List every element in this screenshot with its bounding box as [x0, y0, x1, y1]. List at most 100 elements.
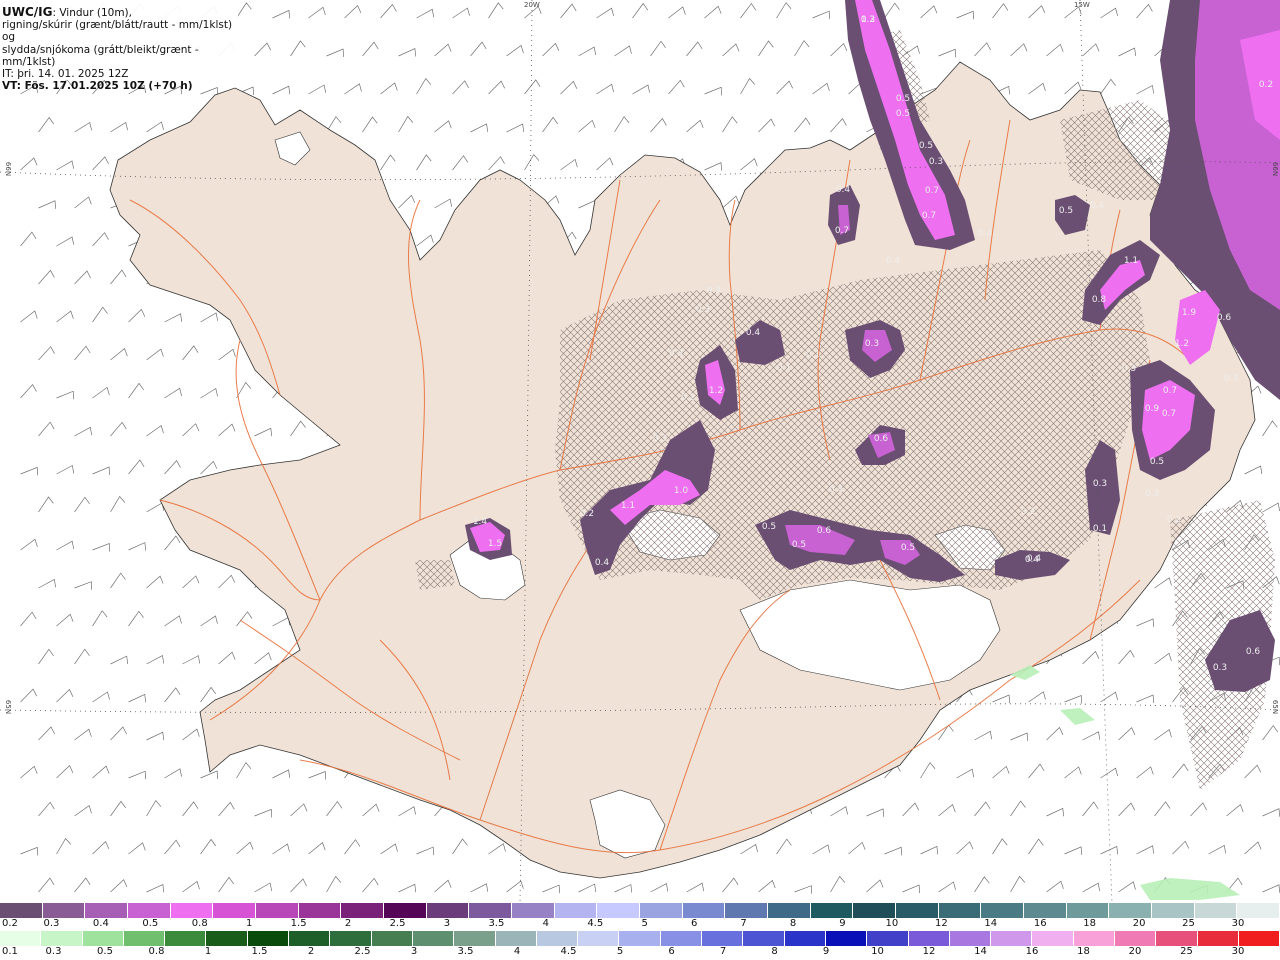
legend-swatch — [702, 931, 744, 946]
precipitation-value: 1.2 — [1175, 339, 1189, 349]
legend-tick-label: 25 — [1180, 946, 1193, 957]
precipitation-value: 1.4 — [473, 517, 488, 527]
legend-tick-label: 14 — [974, 946, 987, 957]
legend-tick-label: 20 — [1128, 946, 1142, 957]
legend-tick-label: 0.4 — [92, 918, 109, 929]
legend-swatch — [660, 931, 703, 946]
legend-swatch — [640, 903, 683, 918]
precipitation-value: 0.3 — [696, 305, 710, 315]
precipitation-value: 0.6 — [1217, 313, 1232, 323]
legend-swatch — [206, 931, 248, 946]
legend-swatch — [165, 931, 207, 946]
legend-swatch — [597, 903, 641, 918]
legend-tick-label: 12 — [934, 918, 948, 929]
legend-swatch — [170, 903, 214, 918]
legend-tick-label: 14 — [984, 918, 998, 929]
precipitation-value: 0.5 — [1150, 457, 1164, 467]
forecast-map[interactable]: 1.2 0.5 0.5 0.5 0.3 0.7 0.7 0.4 0.4 0.7 0.4 0.5 0.4 1… — [0, 0, 1280, 903]
legend-swatch — [536, 931, 579, 946]
legend-swatch — [128, 903, 171, 918]
legend-tick-label: 12 — [922, 946, 936, 957]
legend-tick-label: 2.5 — [389, 918, 406, 929]
legend-tick-label: 5 — [616, 946, 624, 957]
precipitation-value: 0.3 — [865, 339, 879, 349]
legend-swatch — [371, 931, 413, 946]
legend-swatch — [554, 903, 598, 918]
legend-tick-label: 2 — [307, 946, 315, 957]
legend-swatch — [341, 903, 385, 918]
legend-tick-label: 3.5 — [457, 946, 474, 957]
legend-tick-label: 6 — [668, 946, 675, 957]
legend-swatch — [1073, 931, 1116, 946]
legend-tick-label: 3 — [443, 918, 451, 929]
precipitation-value: 0.3 — [669, 349, 683, 359]
legend-tick-label: 1.5 — [251, 946, 268, 957]
legend-swatch — [991, 931, 1033, 946]
precipitation-value: 1.1 — [1124, 256, 1138, 266]
legend-swatch — [768, 903, 811, 918]
precipitation-value: 1.9 — [1182, 308, 1197, 318]
legend-swatch — [825, 931, 868, 946]
legend-swatch — [810, 903, 854, 918]
legend-tick-label: 9 — [822, 946, 830, 957]
legend-swatch — [0, 931, 42, 946]
legend-tick-label: 10 — [885, 918, 899, 929]
precipitation-value: 0.4 — [886, 256, 901, 266]
precipitation-value: 0.5 — [1059, 206, 1073, 216]
forecast-info-box: UWC/IG: Vindur (10m), rigning/skúrir (gr… — [0, 0, 238, 92]
rain-description: rigning/skúrir (grænt/blátt/rautt - mm/1… — [2, 19, 233, 44]
legend-tick-label: 0.3 — [45, 946, 62, 957]
precipitation-value: 0.4 — [829, 485, 844, 495]
precipitation-value: 0.3 — [653, 434, 667, 444]
legend-swatch — [412, 931, 455, 946]
legend-tick-label: 3 — [410, 946, 418, 957]
valid-time: VT: Fös. 17.01.2025 10Z (+70 h) — [2, 80, 193, 93]
legend-tick-label: 16 — [1025, 946, 1039, 957]
precipitation-value: 0.3 — [1213, 663, 1227, 673]
precipitation-value: 0.9 — [1145, 404, 1160, 414]
legend-swatch — [784, 931, 826, 946]
precipitation-value: 0.7 — [1162, 409, 1176, 419]
legend-swatch — [1197, 931, 1239, 946]
precipitation-value: 0.5 — [901, 543, 915, 553]
legend-swatch — [85, 903, 129, 918]
legend-swatch — [384, 903, 427, 918]
legend-swatch — [42, 903, 86, 918]
precipitation-value: 0.7 — [922, 211, 936, 221]
latitude-label-65n-right: 65N — [1271, 699, 1280, 715]
precipitation-value: 0.5 — [792, 540, 806, 550]
legend-tick-label: 20 — [1132, 918, 1146, 929]
legend-swatch — [619, 931, 661, 946]
precipitation-value: 1.2 — [709, 386, 723, 396]
precipitation-value: 0.2 — [681, 393, 695, 403]
legend-swatch — [682, 903, 726, 918]
legend-tick-label: 8 — [789, 918, 797, 929]
snow-scale-ticks: 0.2 0.3 0.4 0.5 0.8 1 1.5 2 2.5 3 3.5 4 4.5 5 6 7 8 9 10 12… — [0, 918, 1280, 930]
precipitation-value: 0.1 — [1093, 524, 1107, 534]
legend-tick-label: 0.8 — [191, 918, 208, 929]
precipitation-value: 0.6 — [1246, 647, 1261, 657]
legend-swatch — [743, 931, 785, 946]
precipitation-value: 0.3 — [1145, 489, 1159, 499]
legend-swatch — [1194, 903, 1238, 918]
precipitation-value: 0.3 — [1122, 364, 1136, 374]
precipitation-value: 0.3 — [929, 157, 943, 167]
initial-time: IT: þri. 14. 01. 2025 12Z — [2, 68, 129, 81]
snow-color-scale — [0, 903, 1280, 918]
precipitation-value: 0.2 — [1021, 507, 1035, 517]
precipitation-value: 0.6 — [874, 434, 889, 444]
rain-color-scale — [0, 931, 1280, 946]
legend-tick-label: 0.2 — [2, 918, 18, 929]
legend-swatch — [82, 931, 124, 946]
precipitation-value: 0.5 — [896, 109, 910, 119]
precipitation-value: 0.3 — [1093, 479, 1107, 489]
legend-swatch — [1156, 931, 1198, 946]
legend-swatch — [853, 903, 897, 918]
longitude-label-20w: 20W — [524, 1, 540, 9]
precipitation-value: 0.2 — [580, 509, 594, 519]
legend-tick-label: 9 — [839, 918, 846, 929]
legend-swatch — [981, 903, 1025, 918]
legend-swatch — [938, 903, 982, 918]
legend-swatch — [512, 903, 555, 918]
legend-tick-label: 10 — [871, 946, 884, 957]
